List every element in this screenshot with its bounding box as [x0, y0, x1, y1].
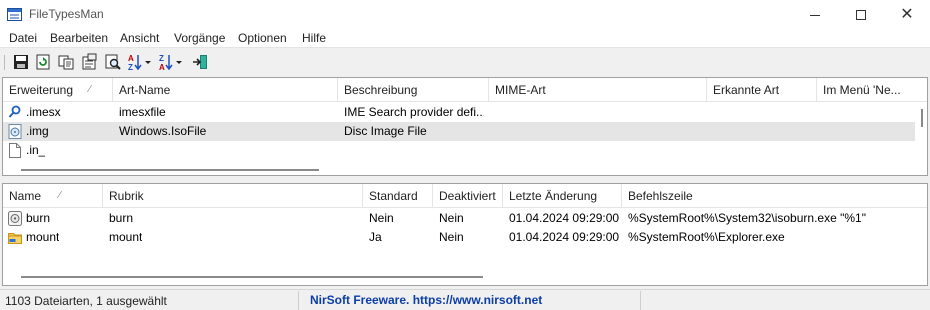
svg-text:A: A [128, 54, 134, 63]
horizontal-scroll-thumb[interactable] [21, 169, 319, 171]
cell-ext: .in_ [26, 143, 46, 157]
menu-datei[interactable]: Datei [9, 31, 37, 45]
folder-icon [8, 233, 22, 244]
col-name[interactable]: Name [3, 184, 103, 208]
col-beschreibung[interactable]: Beschreibung [338, 78, 489, 102]
cell-letzte-aenderung: 01.04.2024 09:29:00 [509, 230, 620, 244]
table-row[interactable]: mount mount Ja Nein 01.04.2024 09:29:00 … [3, 228, 927, 247]
col-befehlszeile[interactable]: Befehlszeile [622, 184, 927, 208]
table-row[interactable]: burn burn Nein Nein 01.04.2024 09:29:00 … [3, 209, 927, 228]
search-provider-icon [8, 105, 21, 118]
close-icon: ✕ [900, 4, 914, 23]
disc-burn-icon [8, 211, 22, 226]
find-icon[interactable] [104, 53, 122, 71]
cell-art-name: imesxfile [119, 105, 166, 119]
sort-descending-icon[interactable]: Z A [158, 53, 184, 71]
menu-hilfe[interactable]: Hilfe [302, 31, 326, 45]
col-standard[interactable]: Standard [363, 184, 433, 208]
table-row[interactable]: .in_ [3, 141, 915, 160]
copy-icon[interactable] [57, 53, 75, 71]
vertical-scrollbar[interactable] [917, 102, 927, 166]
close-button[interactable]: ✕ [884, 0, 930, 28]
menu-bar: Datei Bearbeiten Ansicht Vorgänge Option… [0, 28, 930, 48]
status-count: 1103 Dateiarten, 1 ausgewählt [5, 294, 167, 308]
cell-standard: Nein [369, 211, 394, 225]
cell-art-name: Windows.IsoFile [119, 124, 207, 138]
vertical-scroll-thumb[interactable] [921, 109, 923, 127]
file-types-list[interactable]: Erweiterung ∕ Art-Name Beschreibung MIME… [2, 77, 928, 176]
title-bar: FileTypesMan ✕ [0, 0, 930, 28]
file-types-header: Erweiterung ∕ Art-Name Beschreibung MIME… [3, 78, 927, 102]
cell-standard: Ja [369, 230, 382, 244]
col-erweiterung[interactable]: Erweiterung [3, 78, 113, 102]
minimize-icon [810, 14, 820, 16]
table-row-selected[interactable]: .img Windows.IsoFile Disc Image File [3, 122, 915, 141]
menu-ansicht[interactable]: Ansicht [120, 31, 159, 45]
actions-header: Name ∕ Rubrik Standard Deaktiviert Letzt… [3, 184, 927, 208]
sort-indicator-icon: ∕ [89, 84, 91, 95]
col-im-menue-neu[interactable]: Im Menü 'Ne... [817, 78, 927, 102]
minimize-button[interactable] [792, 0, 838, 28]
menu-optionen[interactable]: Optionen [238, 31, 287, 45]
save-icon[interactable] [12, 53, 30, 71]
cell-befehlszeile: %SystemRoot%\System32\isoburn.exe "%1" [628, 211, 866, 225]
cell-ext: .img [26, 124, 49, 138]
cell-letzte-aenderung: 01.04.2024 09:29:00 [509, 211, 620, 225]
disc-image-icon [8, 124, 22, 139]
svg-text:Z: Z [159, 54, 164, 63]
cell-name: mount [26, 230, 60, 244]
maximize-button[interactable] [838, 0, 884, 28]
window-title: FileTypesMan [29, 7, 104, 21]
refresh-icon[interactable] [34, 53, 52, 71]
cell-deaktiviert: Nein [439, 230, 464, 244]
menu-bearbeiten[interactable]: Bearbeiten [50, 31, 108, 45]
col-deaktiviert[interactable]: Deaktiviert [433, 184, 503, 208]
toolbar-grip [4, 55, 5, 70]
cell-ext: .imesx [26, 105, 61, 119]
nirsoft-link[interactable]: NirSoft Freeware. https://www.nirsoft.ne… [310, 293, 542, 307]
cell-beschreibung: Disc Image File [344, 124, 427, 138]
status-divider [640, 291, 641, 310]
menu-vorgaenge[interactable]: Vorgänge [174, 31, 225, 45]
maximize-icon [856, 10, 866, 21]
cell-rubrik: mount [109, 230, 143, 244]
sort-indicator-icon: ∕ [59, 190, 61, 201]
table-row[interactable]: .imesx imesxfile IME Search provider def… [3, 103, 915, 122]
properties-icon[interactable] [80, 53, 98, 71]
col-mime-art[interactable]: MIME-Art [489, 78, 707, 102]
col-erkannte-art[interactable]: Erkannte Art [707, 78, 817, 102]
toolbar: A Z Z A [0, 49, 930, 76]
cell-deaktiviert: Nein [439, 211, 464, 225]
cell-rubrik: burn [109, 211, 134, 225]
svg-text:A: A [159, 63, 165, 71]
blank-file-icon [9, 143, 21, 158]
horizontal-scroll-thumb[interactable] [21, 276, 483, 278]
col-rubrik[interactable]: Rubrik [103, 184, 363, 208]
col-art-name[interactable]: Art-Name [113, 78, 338, 102]
sort-ascending-icon[interactable]: A Z [127, 53, 153, 71]
cell-beschreibung: IME Search provider defi... [344, 105, 484, 119]
status-bar: 1103 Dateiarten, 1 ausgewählt NirSoft Fr… [0, 289, 930, 310]
actions-list[interactable]: Name ∕ Rubrik Standard Deaktiviert Letzt… [2, 183, 928, 286]
exit-icon[interactable] [191, 53, 209, 71]
app-icon [7, 8, 22, 21]
col-letzte-aenderung[interactable]: Letzte Änderung [503, 184, 622, 208]
cell-befehlszeile: %SystemRoot%\Explorer.exe [628, 230, 785, 244]
svg-text:Z: Z [128, 63, 133, 71]
cell-name: burn [26, 211, 51, 225]
status-divider [298, 291, 299, 310]
